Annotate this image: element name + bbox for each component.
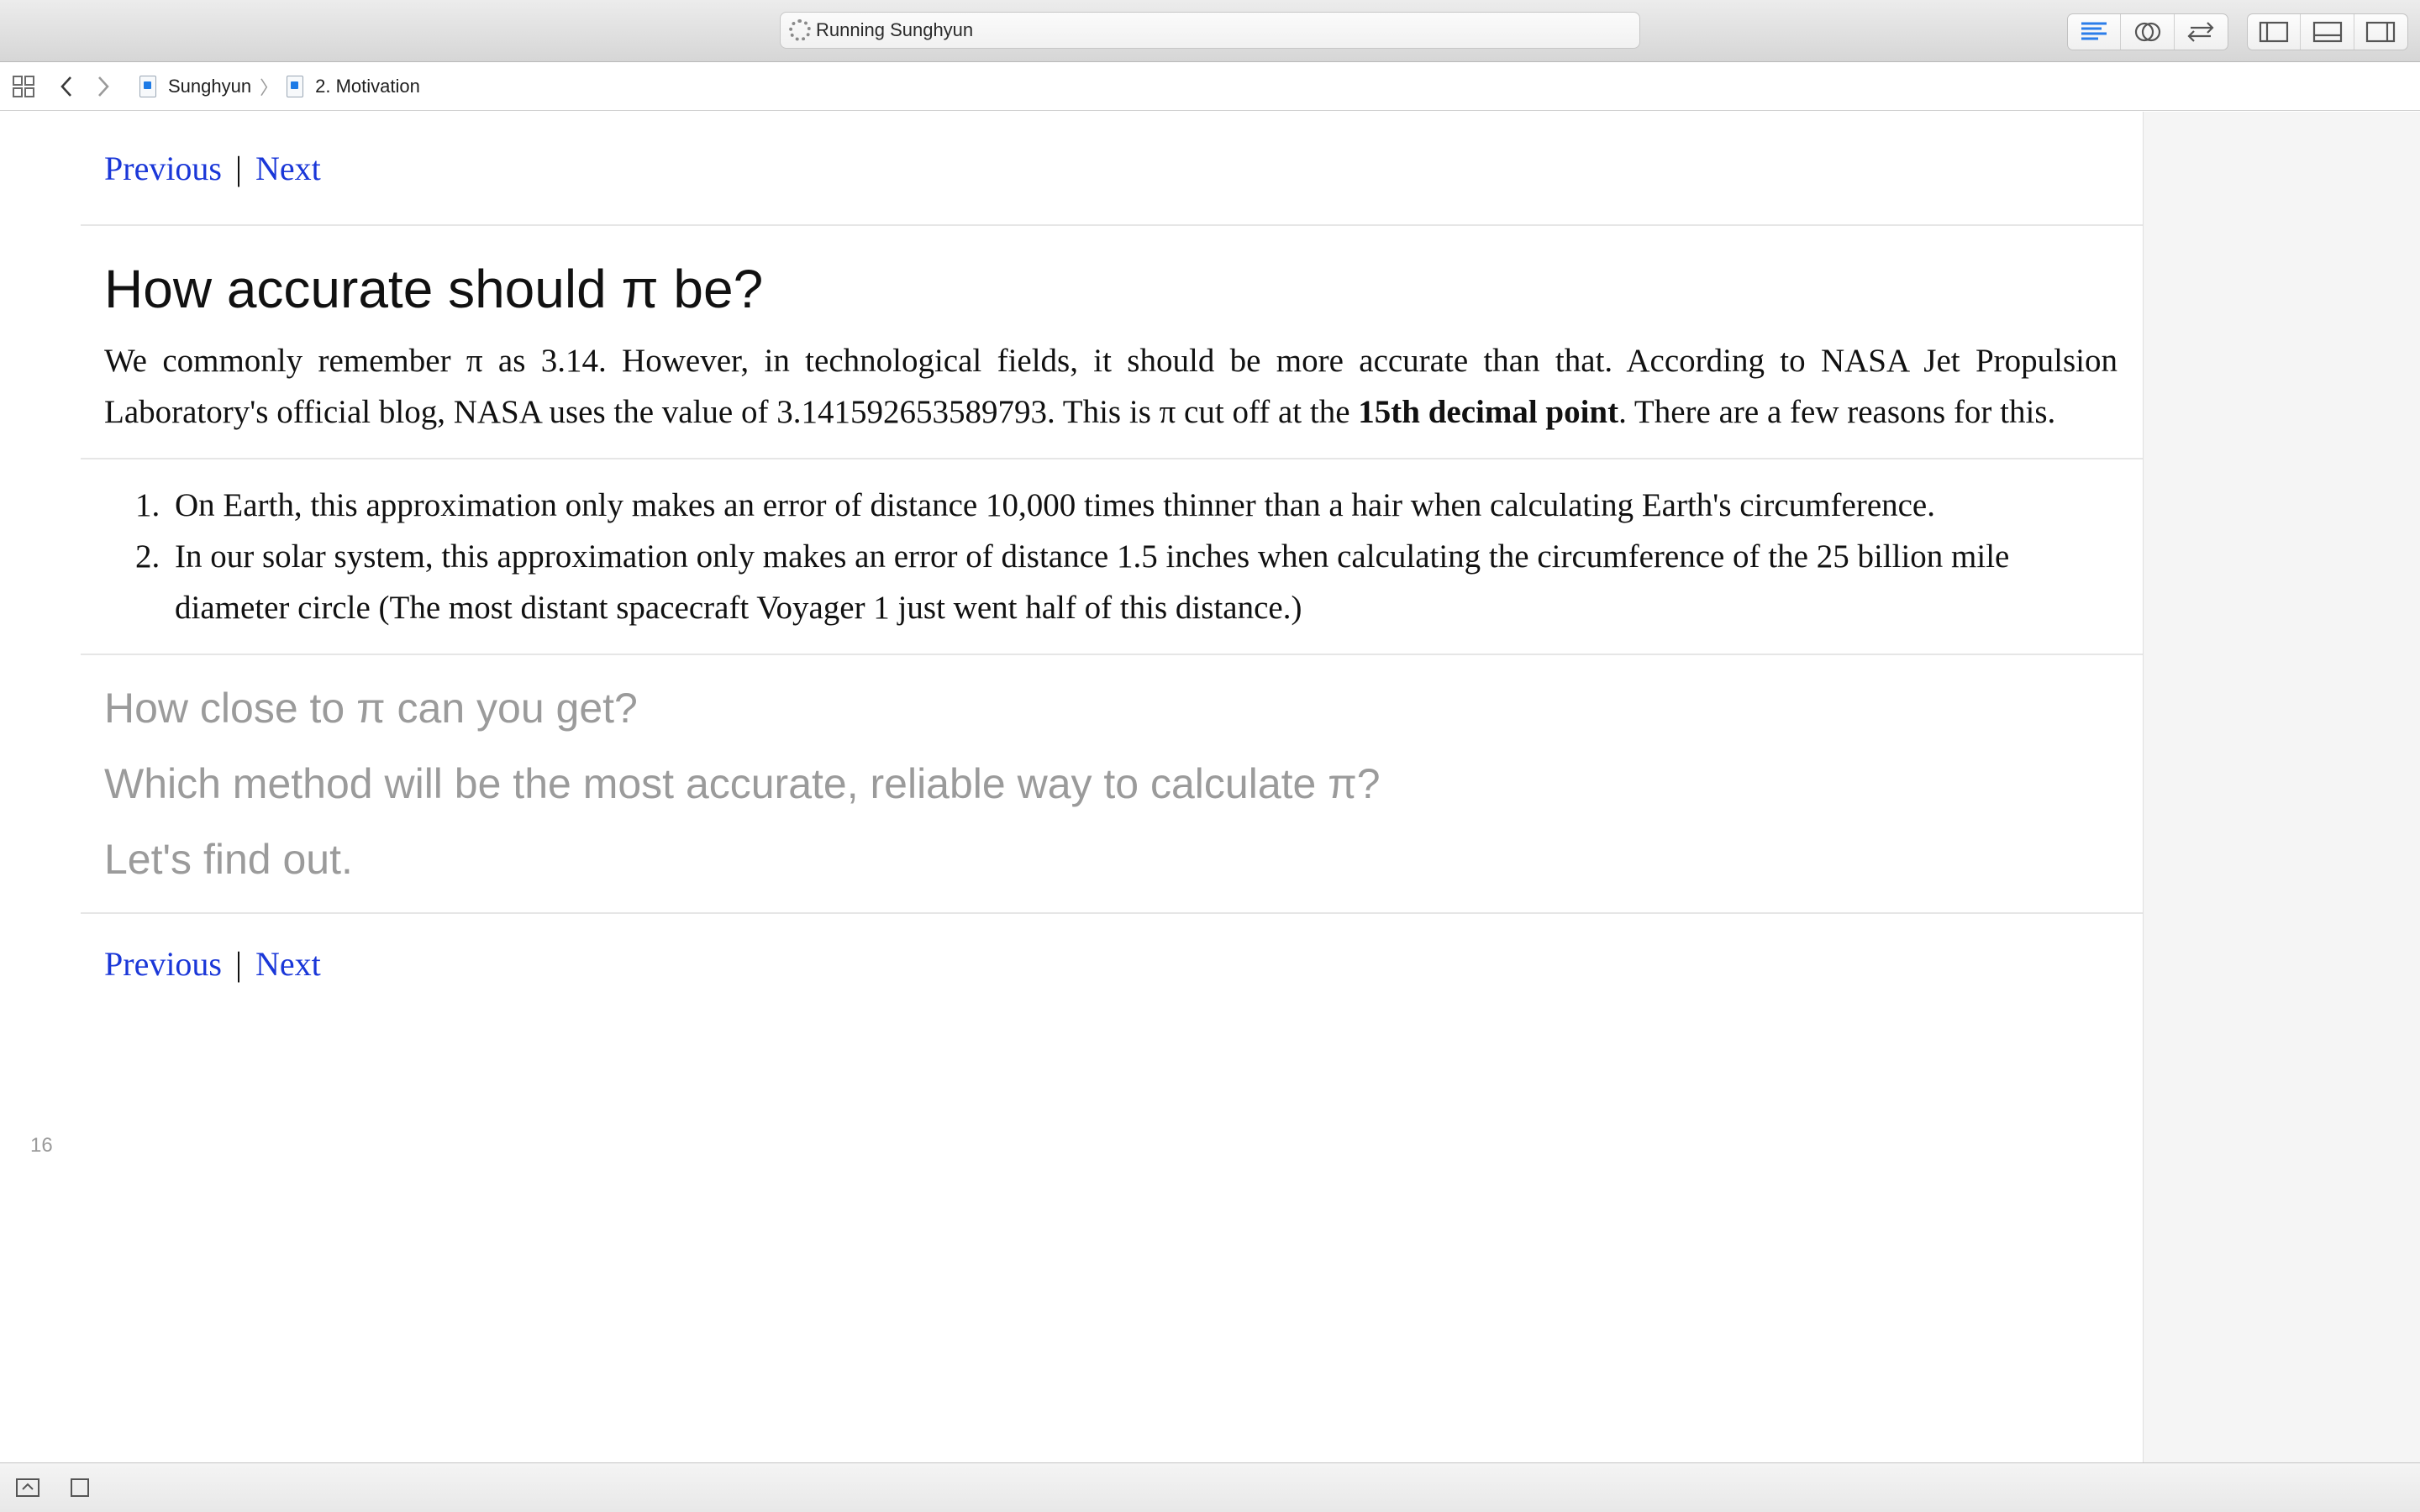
debug-bar	[0, 1462, 2420, 1512]
navigator-panel-icon	[2260, 21, 2289, 43]
debug-area-panel-icon	[2312, 21, 2342, 43]
show-debug-area-button[interactable]	[15, 1477, 40, 1503]
question-text: Which method will be the most accurate, …	[104, 760, 1381, 807]
activity-viewer: Running Sunghyun	[780, 12, 1640, 49]
breadcrumb-project-label: Sunghyun	[168, 75, 252, 97]
line-number: 16	[30, 1134, 53, 1157]
forward-button[interactable]	[91, 75, 116, 98]
playground-file-icon	[139, 75, 156, 97]
progress-spinner-icon	[789, 19, 811, 41]
page-file-icon	[287, 75, 304, 97]
page-title: How accurate should π be?	[104, 259, 764, 319]
grid-icon	[13, 75, 34, 97]
standard-editor-icon	[2081, 22, 2107, 40]
divider	[81, 224, 2143, 226]
chevron-left-icon	[60, 76, 71, 97]
bottom-navigation: Previous | Next	[81, 914, 2143, 1013]
intro-paragraph: We commonly remember π as 3.14. However,…	[81, 335, 2143, 438]
breadcrumb-page[interactable]: 2. Motivation	[287, 75, 420, 97]
toggle-utilities-button[interactable]	[2354, 14, 2407, 50]
back-button[interactable]	[54, 75, 79, 98]
list-item: In our solar system, this approximation …	[168, 531, 2092, 633]
assistant-editor-button[interactable]	[2121, 14, 2175, 50]
next-link[interactable]: Next	[255, 944, 321, 984]
chevron-right-icon	[98, 76, 109, 97]
breadcrumb-project[interactable]: Sunghyun	[139, 75, 252, 97]
standard-editor-button[interactable]	[2068, 14, 2122, 50]
breadcrumb-page-label: 2. Motivation	[315, 75, 420, 97]
intro-text-end: . There are a few reasons for this.	[1618, 394, 2056, 430]
version-editor-icon	[2187, 22, 2214, 42]
related-items-button[interactable]	[12, 75, 35, 98]
panel-visibility-control	[2247, 13, 2408, 50]
rendered-document: Previous | Next How accurate should π be…	[81, 112, 2143, 1013]
nav-separator: |	[235, 944, 243, 983]
toggle-navigator-button[interactable]	[2248, 14, 2302, 50]
stop-square-icon	[71, 1478, 89, 1497]
version-editor-button[interactable]	[2175, 14, 2228, 50]
stop-button[interactable]	[69, 1477, 91, 1503]
next-link[interactable]: Next	[255, 149, 321, 188]
question-text: How close to π can you get?	[104, 685, 638, 732]
questions-block: How close to π can you get? Which method…	[81, 655, 2143, 912]
window-toolbar: Running Sunghyun	[0, 0, 2420, 62]
toggle-debug-area-button[interactable]	[2301, 14, 2354, 50]
divider	[81, 458, 2143, 459]
intro-bold-text: 15th decimal point	[1358, 394, 1619, 430]
editor-right-margin	[2143, 112, 2420, 1462]
assistant-editor-icon	[2134, 22, 2160, 42]
breadcrumb-separator-icon: 〉	[260, 76, 279, 98]
nav-separator: |	[235, 149, 243, 187]
editor-mode-control	[2067, 13, 2228, 50]
top-navigation: Previous | Next	[81, 112, 2143, 224]
previous-link[interactable]: Previous	[104, 149, 222, 188]
previous-link[interactable]: Previous	[104, 944, 222, 984]
question-text: Let's find out.	[104, 836, 353, 883]
list-item: On Earth, this approximation only makes …	[168, 480, 2092, 531]
jump-bar: Sunghyun 〉 2. Motivation	[0, 62, 2420, 111]
utilities-panel-icon	[2366, 21, 2396, 43]
hide-debug-area-icon	[16, 1478, 39, 1497]
reasons-list: On Earth, this approximation only makes …	[81, 480, 2143, 633]
activity-status-text: Running Sunghyun	[816, 19, 974, 40]
